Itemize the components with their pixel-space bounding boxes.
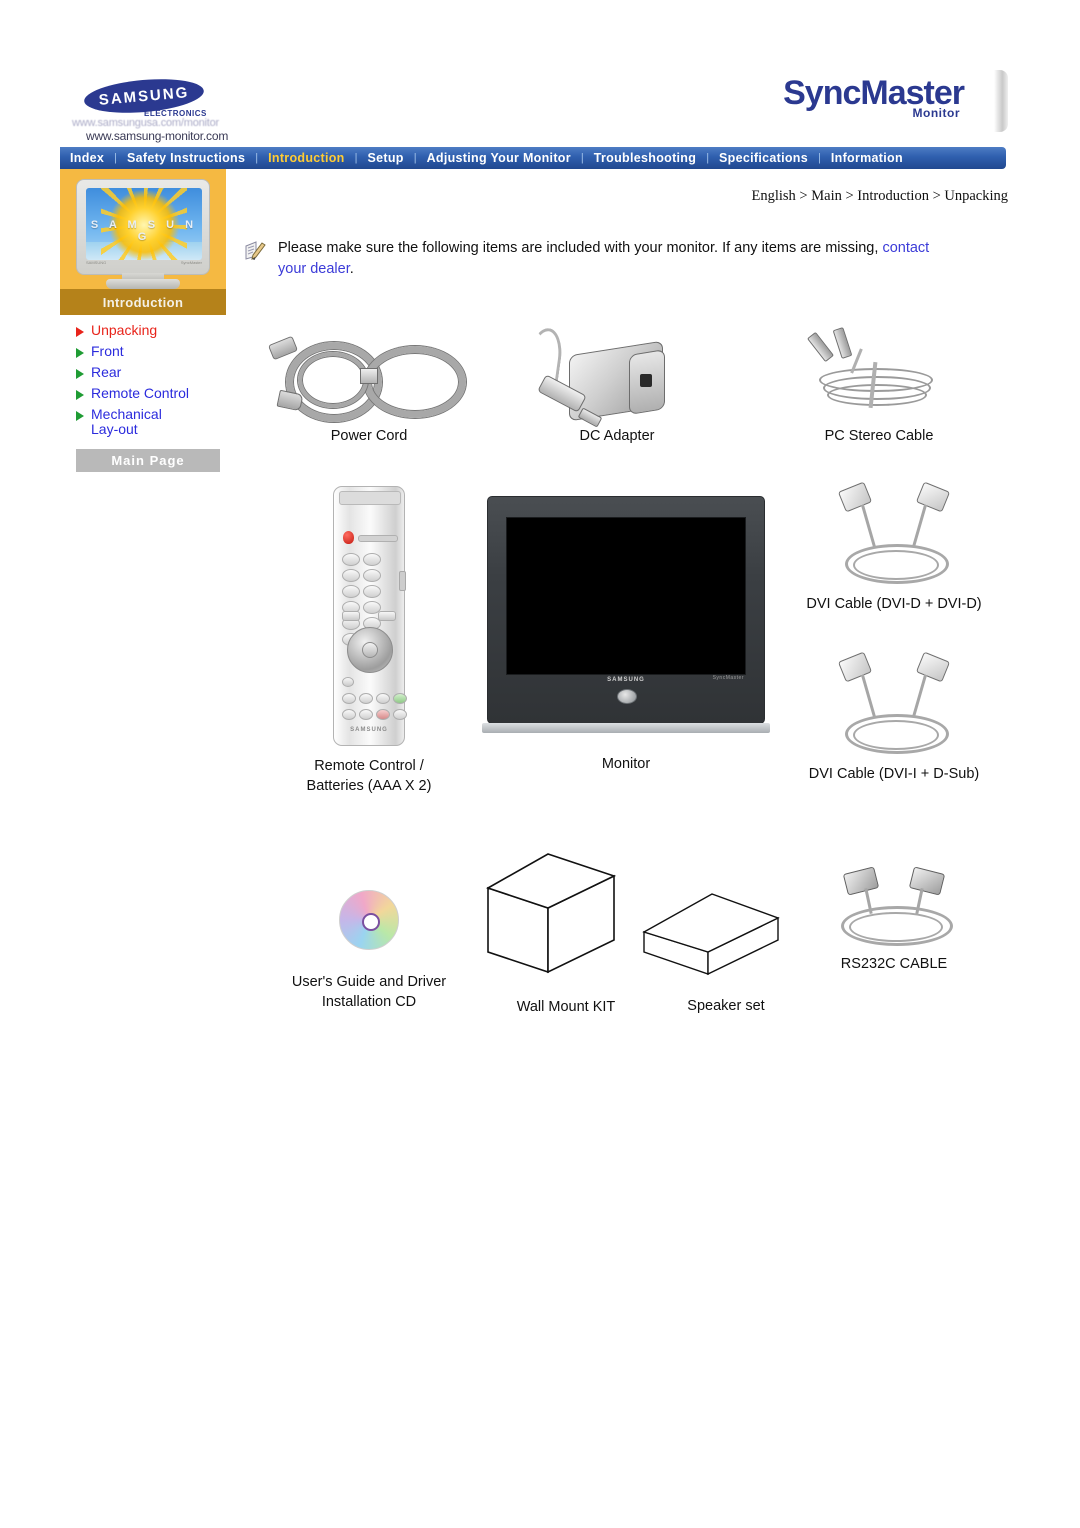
monitor-power-button: [617, 689, 637, 704]
remote-mini-button: [378, 611, 396, 621]
remote-function-button-row: [342, 709, 407, 720]
arrow-right-icon: [76, 369, 84, 379]
notice-text-post: .: [349, 261, 354, 277]
item-dc-adapter: DC Adapter: [502, 326, 732, 446]
nav-item-troubleshooting[interactable]: Troubleshooting: [584, 151, 706, 165]
sidebar-item-front[interactable]: Front: [76, 344, 240, 359]
remote-side-button: [399, 571, 406, 591]
crt-base: [106, 279, 180, 289]
monitor-screen: [506, 517, 746, 675]
item-pc-stereo-cable: PC Stereo Cable: [754, 326, 1004, 446]
sidebar-section-title: Introduction: [60, 289, 226, 315]
remote-mini-button: [342, 611, 360, 621]
monitor-illustration: SAMSUNG SyncMaster: [476, 486, 776, 733]
sidebar-item-label-line2: Lay-out: [91, 421, 138, 437]
syncmaster-logo: SyncMaster Monitor: [783, 74, 965, 120]
nav-item-index[interactable]: Index: [60, 151, 114, 165]
arrow-right-icon: [76, 390, 84, 400]
item-dvi-cable-id: DVI Cable (DVI-I + D-Sub): [784, 651, 1004, 784]
arrow-right-icon: [76, 327, 84, 337]
remote-top-bar: [358, 535, 398, 542]
page-header: SAMSUNG ELECTRONICS www.samsungusa.com/m…: [60, 62, 1008, 148]
cd-disc-icon: [339, 890, 399, 950]
sidebar-item-rear[interactable]: Rear: [76, 365, 240, 380]
nav-item-information[interactable]: Information: [821, 151, 913, 165]
remote-control-illustration: SAMSUNG: [254, 486, 484, 746]
arrow-right-icon: [76, 348, 84, 358]
sidebar-item-label: Unpacking: [91, 322, 158, 338]
remote-power-button: [343, 531, 354, 544]
samsung-url-monitor[interactable]: www.samsung-monitor.com: [86, 129, 228, 143]
main-page-button-label: Main Page: [111, 453, 185, 468]
sidebar-item-label: Front: [91, 343, 124, 359]
monitor-side-label: SyncMaster: [712, 675, 744, 681]
item-caption: Monitor: [601, 756, 651, 772]
remote-top-panel: [339, 491, 401, 505]
arrow-right-icon: [76, 411, 84, 421]
item-caption: DC Adapter: [579, 428, 655, 444]
samsung-url-usa[interactable]: www.samsungusa.com/monitor: [72, 117, 219, 129]
main-navigation[interactable]: Index | Safety Instructions | Introducti…: [60, 147, 1006, 169]
stereo-jack: [832, 327, 853, 359]
nav-item-introduction[interactable]: Introduction: [258, 151, 355, 165]
crt-screen-brand: S A M S U N G: [90, 219, 198, 243]
samsung-logo: SAMSUNG ELECTRONICS www.samsungusa.com/m…: [72, 72, 272, 152]
item-monitor: SAMSUNG SyncMaster Monitor: [476, 486, 776, 774]
item-cd: User's Guide and Driver Installation CD: [254, 866, 484, 1012]
item-caption: Wall Mount KIT: [516, 999, 616, 1015]
sidebar-item-label: Rear: [91, 364, 122, 380]
power-cord-illustration: [264, 326, 474, 426]
notice-text-pre: Please make sure the following items are…: [278, 240, 883, 256]
item-caption: DVI Cable (DVI-D + DVI-D): [806, 596, 982, 612]
sidebar-item-mechanical-layout[interactable]: Mechanical Lay-out: [76, 407, 240, 437]
dvi-cable-dd-illustration: [819, 481, 969, 594]
sidebar-item-label: Mechanical: [91, 406, 162, 422]
item-caption: Speaker set: [687, 998, 765, 1014]
breadcrumb: English > Main > Introduction > Unpackin…: [751, 188, 1009, 204]
page-root: SAMSUNG ELECTRONICS www.samsungusa.com/m…: [0, 0, 1080, 1528]
item-caption: Remote Control / Batteries (AAA X 2): [306, 758, 432, 794]
rs232c-cable-illustration: [819, 866, 969, 954]
sidebar-menu: Unpacking Front Rear Remote Control Mech…: [60, 323, 240, 437]
wall-mount-box-illustration: [476, 844, 656, 979]
nav-item-safety-instructions[interactable]: Safety Instructions: [117, 151, 255, 165]
sidebar-section-title-text: Introduction: [102, 294, 184, 310]
nav-item-adjusting-your-monitor[interactable]: Adjusting Your Monitor: [417, 151, 581, 165]
item-caption: RS232C CABLE: [840, 956, 948, 972]
main-page-button[interactable]: Main Page: [76, 449, 220, 472]
sidebar-item-label-wrap: Mechanical Lay-out: [91, 407, 162, 437]
syncmaster-wordmark: SyncMaster: [783, 74, 965, 112]
sidebar-item-label: Remote Control: [91, 385, 190, 401]
dc-adapter-illustration: [517, 326, 717, 428]
pc-stereo-cable-illustration: [779, 326, 979, 426]
remote-enter-button: [362, 642, 378, 658]
monitor-stand: [482, 723, 770, 733]
item-dvi-cable-dd: DVI Cable (DVI-D + DVI-D): [784, 481, 1004, 614]
item-remote-control: SAMSUNG Remote Control / Batteries (AAA …: [254, 486, 484, 796]
sidebar-item-remote-control[interactable]: Remote Control: [76, 386, 240, 401]
remote-brand-label: SAMSUNG: [350, 727, 388, 733]
item-caption: PC Stereo Cable: [824, 428, 934, 444]
item-power-cord: Power Cord: [254, 326, 484, 446]
item-caption: Power Cord: [330, 428, 408, 444]
nav-item-setup[interactable]: Setup: [357, 151, 413, 165]
item-rs232c-cable: RS232C CABLE: [784, 866, 1004, 974]
notice-text: Please make sure the following items are…: [278, 238, 958, 280]
remote-mini-button: [342, 677, 354, 687]
note-pencil-icon: [244, 240, 266, 262]
notice-block: Please make sure the following items are…: [244, 238, 958, 280]
remote-color-button-row: [342, 693, 407, 704]
sidebar: S A M S U N G SAMSUNG SyncMaster Introduc…: [60, 169, 240, 472]
header-corner-decoration: [994, 70, 1008, 132]
sidebar-item-unpacking[interactable]: Unpacking: [76, 323, 240, 338]
crt-chin: SAMSUNG SyncMaster: [86, 259, 202, 265]
item-caption: User's Guide and Driver Installation CD: [291, 974, 447, 1010]
item-caption: DVI Cable (DVI-I + D-Sub): [808, 766, 980, 782]
cd-illustration: [254, 866, 484, 972]
nav-item-specifications[interactable]: Specifications: [709, 151, 818, 165]
stereo-jack: [806, 331, 835, 363]
dc-adapter-port: [640, 374, 652, 387]
item-wall-mount-kit: Wall Mount KIT: [476, 844, 656, 1017]
dvi-cable-id-illustration: [819, 651, 969, 764]
